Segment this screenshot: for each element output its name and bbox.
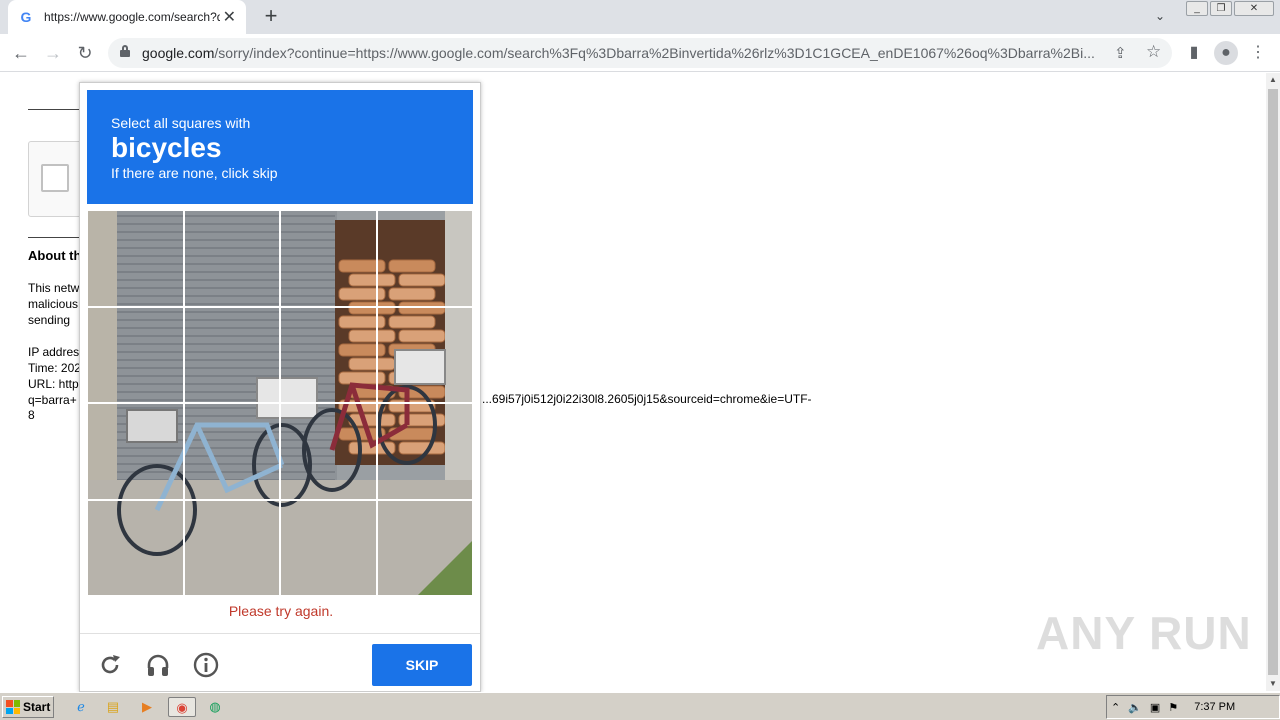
tab-strip: G https://www.google.com/search?q= ✕ + ⌄…	[0, 0, 1280, 34]
time-line: Time: 2023	[28, 361, 83, 375]
skip-button[interactable]: SKIP	[372, 644, 472, 686]
minimize-button[interactable]: _	[1186, 1, 1208, 16]
challenge-tile[interactable]	[376, 210, 473, 307]
challenge-tile[interactable]	[87, 499, 184, 596]
address-url[interactable]: google.com/sorry/index?continue=https://…	[142, 45, 1104, 61]
challenge-tile[interactable]	[87, 403, 184, 500]
url-line: URL: https://	[28, 377, 83, 391]
challenge-tile[interactable]	[87, 306, 184, 403]
challenge-tile[interactable]	[376, 499, 473, 596]
anyrun-watermark: ANY RUN	[1036, 607, 1252, 659]
query-line: q=barra+	[28, 393, 77, 407]
recaptcha-challenge-dialog: Select all squares with bicycles If ther…	[79, 82, 481, 692]
request-details: IP address: Time: 2023 URL: https:// q=b…	[28, 344, 83, 408]
bookmark-star-icon[interactable]: ☆	[1146, 42, 1161, 62]
profile-avatar-icon[interactable]: ●	[1214, 41, 1238, 65]
scroll-up-icon[interactable]: ▲	[1266, 73, 1280, 87]
url-tail-text-2: 8	[28, 408, 35, 422]
info-icon[interactable]	[192, 651, 220, 679]
address-host: google.com	[142, 45, 215, 61]
tab-search-chevron-icon[interactable]: ⌄	[1150, 6, 1170, 26]
tab-close-icon[interactable]: ✕	[223, 7, 236, 27]
tile-grid	[87, 210, 473, 596]
network-icon[interactable]: ▣	[1150, 701, 1160, 714]
browser-tab[interactable]: G https://www.google.com/search?q= ✕	[8, 0, 246, 34]
action-center-flag-icon[interactable]: ⚑	[1168, 701, 1178, 714]
back-arrow-icon[interactable]: ←	[8, 40, 34, 66]
window-controls: _ ❐ ✕	[1186, 1, 1274, 16]
challenge-tile[interactable]	[280, 210, 377, 307]
challenge-tile[interactable]	[376, 306, 473, 403]
lock-icon[interactable]	[120, 45, 130, 57]
share-icon[interactable]: ⇪	[1114, 44, 1127, 62]
volume-icon[interactable]: 🔈	[1128, 701, 1142, 714]
page-scrollbar[interactable]: ▲ ▼	[1266, 73, 1280, 691]
internet-explorer-icon[interactable]: ℯ	[70, 697, 92, 717]
media-player-icon[interactable]: ▶	[136, 697, 158, 717]
tab-title: https://www.google.com/search?q=	[44, 10, 220, 24]
challenge-tile[interactable]	[183, 306, 280, 403]
edge-icon[interactable]: ◍	[204, 697, 226, 717]
file-explorer-icon[interactable]: ▤	[102, 697, 124, 717]
google-favicon-icon: G	[20, 9, 32, 25]
challenge-instructions: Select all squares with bicycles If ther…	[87, 90, 473, 204]
reload-icon[interactable]: ↻	[72, 40, 98, 66]
error-message: Please try again.	[228, 603, 334, 619]
target-object-text: bicycles	[111, 132, 222, 163]
challenge-tile[interactable]	[183, 403, 280, 500]
challenge-tile[interactable]	[280, 499, 377, 596]
side-panel-icon[interactable]: ▮	[1182, 41, 1206, 65]
challenge-tile[interactable]	[280, 403, 377, 500]
start-label: Start	[23, 700, 51, 714]
forward-arrow-icon[interactable]: →	[40, 40, 66, 66]
challenge-footer: SKIP	[80, 633, 480, 691]
new-tab-button[interactable]: +	[258, 4, 284, 30]
paragraph-line: sending	[28, 313, 71, 327]
paragraph-line: malicious	[28, 297, 79, 311]
paragraph-line: This network	[28, 281, 83, 295]
challenge-tile[interactable]	[376, 403, 473, 500]
menu-kebab-icon[interactable]: ⋮	[1246, 41, 1270, 65]
challenge-image-grid	[87, 210, 473, 596]
close-window-button[interactable]: ✕	[1234, 1, 1274, 16]
windows-logo-icon	[6, 700, 20, 714]
audio-challenge-icon[interactable]	[144, 651, 172, 679]
about-heading: About this page	[28, 248, 83, 263]
skip-hint-text: If there are none, click skip	[111, 165, 278, 181]
start-button[interactable]: Start	[2, 696, 54, 718]
scroll-down-icon[interactable]: ▼	[1266, 677, 1280, 691]
browser-toolbar: ← → ↻ google.com/sorry/index?continue=ht…	[0, 34, 1280, 72]
challenge-tile[interactable]	[183, 499, 280, 596]
windows-taskbar: Start ℯ ▤ ▶ ◉ ◍ ⌃ 🔈 ▣ ⚑ 7:37 PM	[0, 692, 1280, 720]
challenge-tile[interactable]	[87, 210, 184, 307]
restore-button[interactable]: ❐	[1210, 1, 1232, 16]
ip-address-line: IP address:	[28, 345, 83, 359]
address-bar[interactable]: google.com/sorry/index?continue=https://…	[108, 38, 1172, 68]
chrome-taskbar-icon[interactable]: ◉	[168, 697, 196, 717]
reload-challenge-icon[interactable]	[96, 651, 124, 679]
tray-expand-icon[interactable]: ⌃	[1111, 701, 1120, 714]
system-tray: ⌃ 🔈 ▣ ⚑ 7:37 PM	[1106, 695, 1280, 719]
address-path: /sorry/index?continue=https://www.google…	[214, 45, 1095, 61]
challenge-tile[interactable]	[280, 306, 377, 403]
about-paragraph: This network malicious sending	[28, 280, 83, 328]
url-tail-text: ...69i57j0i512j0i22i30l8.2605j0j15&sourc…	[482, 392, 812, 406]
challenge-tile[interactable]	[183, 210, 280, 307]
scroll-thumb[interactable]	[1268, 89, 1278, 675]
clock[interactable]: 7:37 PM	[1194, 701, 1235, 713]
instruction-text: Select all squares with	[111, 115, 251, 131]
recaptcha-checkbox[interactable]	[41, 164, 69, 192]
